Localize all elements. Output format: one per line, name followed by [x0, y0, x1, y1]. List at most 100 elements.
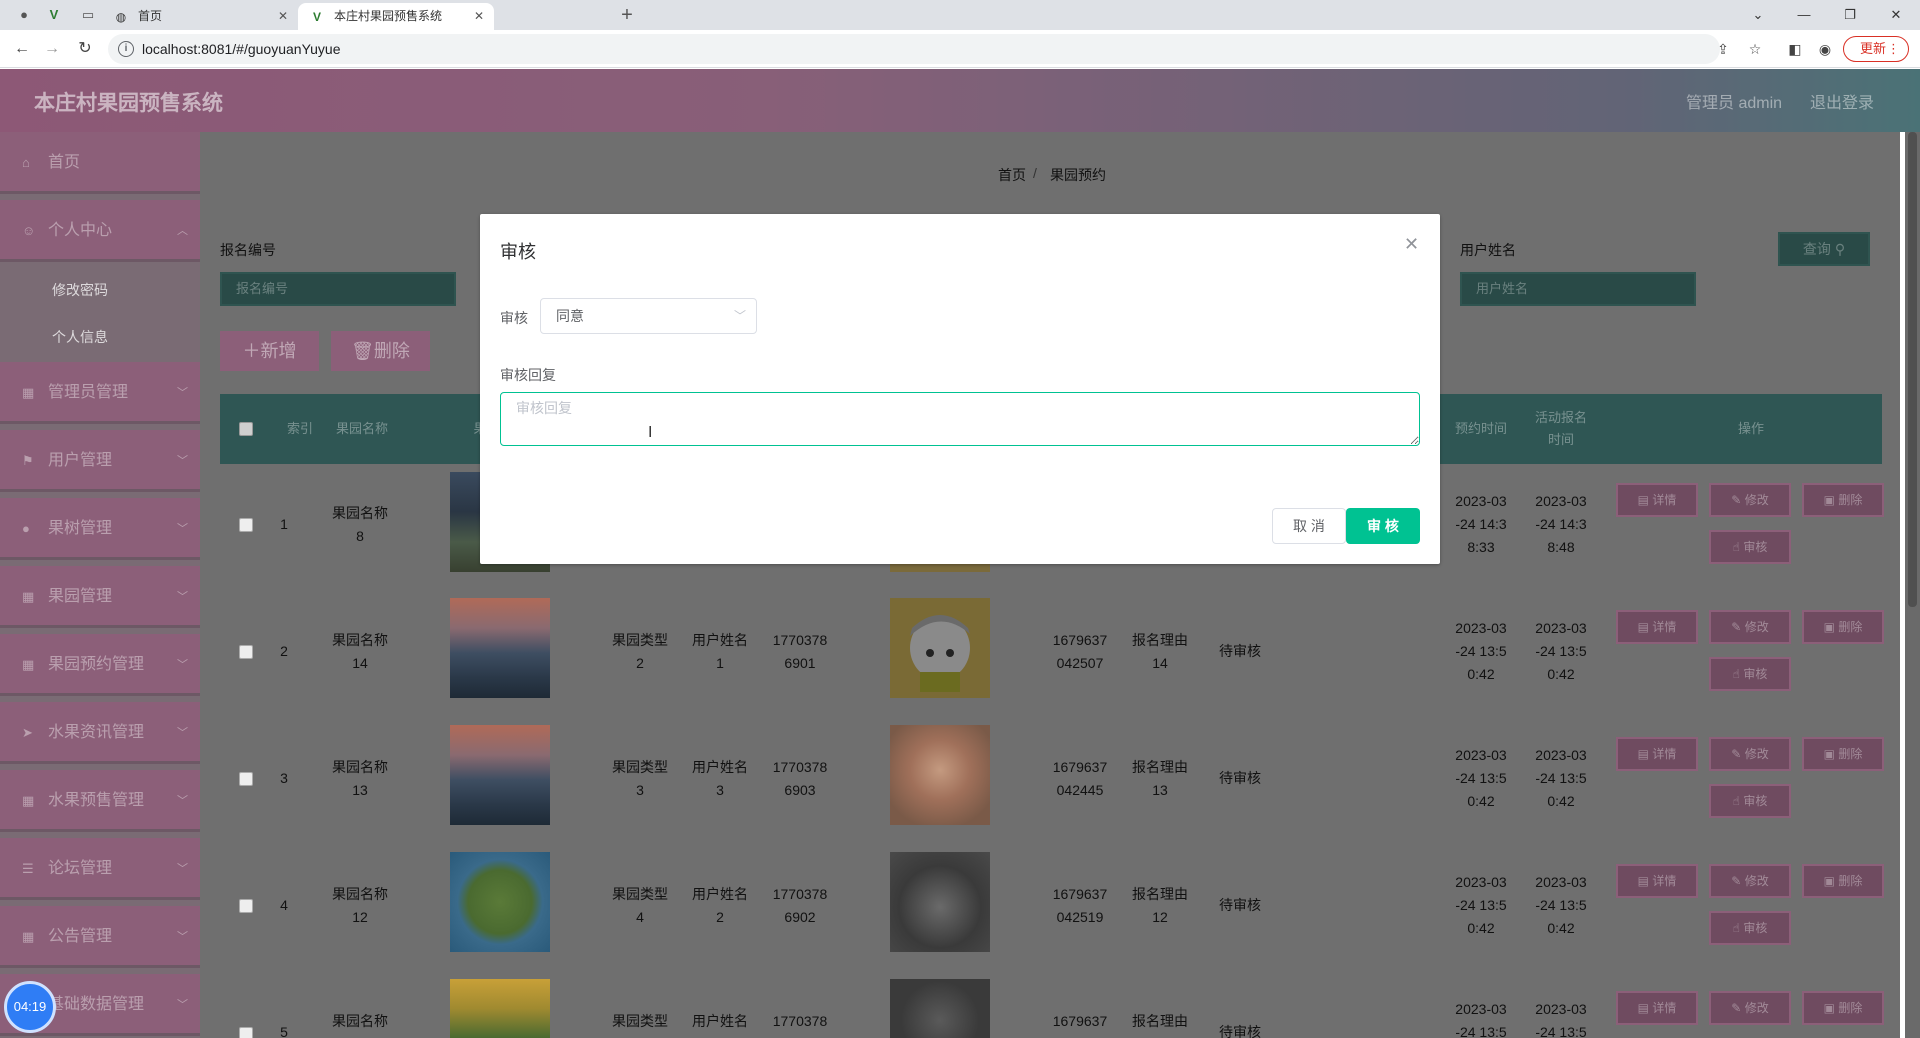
audit-button[interactable]: ☝ 审核 [1709, 530, 1791, 564]
row-orchard-name: 果园名称 [332, 1013, 388, 1029]
sidebar-item-fruit-news-management[interactable]: ➤ 水果资讯管理 ﹀ [0, 702, 200, 764]
logout-link[interactable]: 退出登录 [1810, 89, 1874, 113]
row-status: 待审核 [1219, 643, 1261, 659]
tab-home[interactable]: ◍ 首页 ✕ [102, 3, 298, 30]
reply-textarea[interactable] [500, 392, 1420, 446]
breadcrumb-home[interactable]: 首页 [998, 165, 1026, 185]
cancel-button[interactable]: 取 消 [1272, 508, 1346, 544]
sidebar-item-personal-center[interactable]: ☺ 个人中心 ︿ [0, 200, 200, 262]
delete-button[interactable]: ▣ 删除 [1802, 737, 1884, 771]
forward-icon[interactable]: → [42, 39, 62, 59]
admin-label[interactable]: 管理员 admin [1686, 89, 1782, 113]
reload-icon[interactable]: ↻ [75, 39, 95, 59]
info-icon[interactable]: i [118, 41, 134, 57]
sidebar-item-fruit-presale-management[interactable]: ▦ 水果预售管理 ﹀ [0, 770, 200, 832]
detail-button[interactable]: ▤ 详情 [1616, 483, 1698, 517]
batch-delete-button[interactable]: 🗑删除 [331, 331, 430, 371]
row-checkbox[interactable] [239, 1027, 253, 1038]
delete-button[interactable]: ▣ 删除 [1802, 483, 1884, 517]
sidebar-item-home[interactable]: ⌂ 首页 [0, 132, 200, 194]
row-reason: 报名理由 13 [1132, 759, 1188, 798]
share-icon[interactable]: ⇪ [1713, 39, 1733, 59]
orchard-image [450, 852, 550, 952]
query-button[interactable]: 查询 ⚲ [1778, 232, 1870, 266]
minimize-icon[interactable]: — [1784, 2, 1824, 28]
back-icon[interactable]: ← [12, 39, 32, 59]
row-index: 3 [280, 770, 288, 786]
row-checkbox[interactable] [239, 645, 253, 659]
blank-page-icon[interactable]: ▭ [78, 5, 98, 25]
tab-search-icon[interactable]: ⌄ [1738, 2, 1778, 28]
row-index: 4 [280, 897, 288, 913]
pencil-icon: ✎ [1731, 493, 1742, 507]
recording-timer[interactable]: 04:19 [4, 981, 56, 1033]
sidebar-item-user-management[interactable]: ⚑ 用户管理 ﹀ [0, 430, 200, 492]
chevron-down-icon: ﹀ [177, 591, 188, 603]
select-all-checkbox[interactable] [239, 422, 253, 436]
detail-button[interactable]: ▤ 详情 [1616, 737, 1698, 771]
edit-button[interactable]: ✎ 修改 [1709, 483, 1791, 517]
restore-icon[interactable]: ❐ [1830, 2, 1870, 28]
row-orchard-type: 果园类型 [612, 1013, 668, 1029]
confirm-audit-button[interactable]: 审 核 [1346, 508, 1420, 544]
vue-icon[interactable]: V [44, 5, 64, 25]
edit-button[interactable]: ✎ 修改 [1709, 737, 1791, 771]
detail-button[interactable]: ▤ 详情 [1616, 991, 1698, 1025]
grid-icon: ▦ [22, 929, 35, 944]
profile-icon[interactable]: ◉ [1815, 39, 1835, 59]
audit-select[interactable]: 同意 ﹀ [540, 298, 757, 334]
audit-button[interactable]: ☝ 审核 [1709, 784, 1791, 818]
url-bar[interactable]: i localhost:8081/#/guoyuanYuyue [108, 34, 1720, 64]
sidebar-item-fruit-tree-management[interactable]: ● 果树管理 ﹀ [0, 498, 200, 560]
row-user-name: 用户姓名 2 [692, 886, 748, 925]
row-reserve-time: 2023-03 -24 13:5 0:42 [1455, 747, 1507, 809]
row-user-name: 用户姓名 [692, 1013, 748, 1029]
close-tab-icon[interactable]: ✕ [278, 3, 288, 30]
row-checkbox[interactable] [239, 772, 253, 786]
sidebar-item-forum-management[interactable]: ☰ 论坛管理 ﹀ [0, 838, 200, 900]
close-window-icon[interactable]: ✕ [1876, 2, 1916, 28]
sidepanel-icon[interactable]: ◧ [1785, 39, 1805, 59]
sidebar-subitem-personal-info[interactable]: 个人信息 [0, 315, 200, 359]
row-checkbox[interactable] [239, 518, 253, 532]
row-phone: 1770378 6903 [772, 759, 828, 798]
tab-app[interactable]: V 本庄村果园预售系统 ✕ [298, 3, 494, 30]
signup-no-input[interactable]: 报名编号 [220, 272, 456, 306]
add-button[interactable]: ＋新增 [220, 331, 319, 371]
pencil-icon: ✎ [1731, 874, 1742, 888]
delete-button[interactable]: ▣ 删除 [1802, 991, 1884, 1025]
sidebar-item-notice-management[interactable]: ▦ 公告管理 ﹀ [0, 906, 200, 968]
scrollbar-thumb[interactable] [1908, 132, 1917, 607]
user-name-input[interactable]: 用户姓名 [1460, 272, 1696, 306]
github-icon[interactable]: ● [14, 5, 34, 25]
sidebar-item-orchard-management[interactable]: ▦ 果园管理 ﹀ [0, 566, 200, 628]
sidebar-item-admin-management[interactable]: ▦ 管理员管理 ﹀ [0, 362, 200, 424]
row-checkbox[interactable] [239, 899, 253, 913]
edit-button[interactable]: ✎ 修改 [1709, 610, 1791, 644]
close-icon[interactable]: ✕ [1404, 234, 1419, 255]
sidebar-item-reservation-management[interactable]: ▦ 果园预约管理 ﹀ [0, 634, 200, 696]
flag-icon: ⚑ [22, 453, 34, 468]
audit-button[interactable]: ☝ 审核 [1709, 911, 1791, 945]
detail-button[interactable]: ▤ 详情 [1616, 610, 1698, 644]
close-tab-icon[interactable]: ✕ [474, 3, 484, 30]
row-signup-code: 1679637 [1052, 1013, 1108, 1029]
row-user-name: 用户姓名 1 [692, 632, 748, 671]
new-tab-button[interactable]: + [617, 5, 637, 25]
update-button[interactable]: 更新 ⋮ [1843, 36, 1909, 62]
sidebar-subitem-change-password[interactable]: 修改密码 [0, 268, 200, 312]
detail-button[interactable]: ▤ 详情 [1616, 864, 1698, 898]
edit-button[interactable]: ✎ 修改 [1709, 864, 1791, 898]
url-text: localhost:8081/#/guoyuanYuyue [142, 41, 341, 57]
edit-button[interactable]: ✎ 修改 [1709, 991, 1791, 1025]
delete-button[interactable]: ▣ 删除 [1802, 864, 1884, 898]
document-icon: ▤ [1637, 747, 1649, 761]
bookmark-star-icon[interactable]: ☆ [1745, 39, 1765, 59]
row-signup-code: 1679637 042445 [1052, 759, 1108, 798]
user-avatar-image [890, 852, 990, 952]
audit-button[interactable]: ☝ 审核 [1709, 657, 1791, 691]
row-signup-time: 2023-03 -24 13:5 0:42 [1535, 747, 1587, 809]
delete-button[interactable]: ▣ 删除 [1802, 610, 1884, 644]
orchard-image [450, 598, 550, 698]
chevron-down-icon: ﹀ [177, 795, 188, 807]
